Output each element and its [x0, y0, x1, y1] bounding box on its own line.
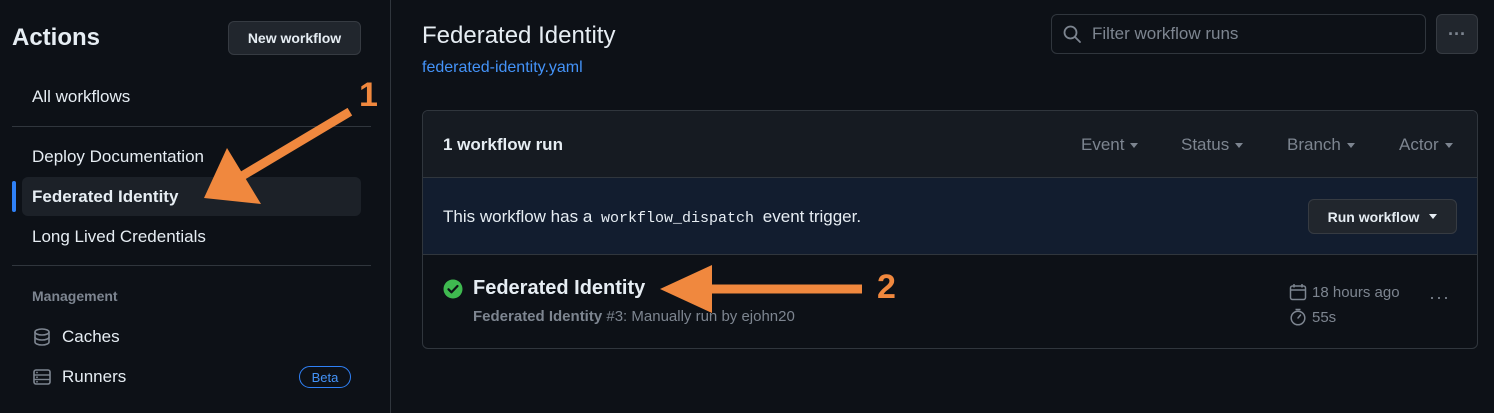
status-filter[interactable]: Status [1181, 135, 1244, 155]
management-heading: Management [32, 288, 118, 304]
search-icon [1063, 25, 1081, 43]
run-time: 18 hours ago [1289, 283, 1400, 301]
run-time-ago: 18 hours ago [1312, 283, 1400, 301]
page-title: Federated Identity [422, 22, 616, 49]
beta-badge: Beta [299, 366, 351, 388]
chevron-down-icon [1235, 142, 1244, 148]
dispatch-suffix: event trigger. [762, 207, 862, 226]
annotation-number-1: 1 [359, 76, 378, 114]
run-options-kebab-icon[interactable]: ··· [1429, 287, 1450, 308]
run-title-link[interactable]: Federated Identity [473, 277, 645, 300]
database-icon [34, 328, 50, 346]
actor-filter[interactable]: Actor [1399, 135, 1453, 155]
sidebar-divider [12, 265, 371, 266]
run-subtitle: Federated Identity #3: Manually run by e… [473, 308, 795, 325]
run-workflow-name: Federated Identity [473, 308, 603, 325]
filter-runs-input[interactable] [1092, 24, 1412, 44]
sidebar-item-label: Runners [62, 367, 127, 386]
actions-page: Actions New workflow All workflows Deplo… [0, 0, 1494, 413]
new-workflow-button[interactable]: New workflow [228, 21, 361, 55]
branch-filter-label: Branch [1287, 135, 1341, 154]
sidebar-item-all-workflows[interactable]: All workflows [22, 77, 361, 116]
run-duration: 55s [1289, 308, 1336, 326]
dispatch-message: This workflow has a workflow_dispatch ev… [443, 207, 861, 227]
sidebar-item-label: Caches [62, 327, 120, 346]
sidebar-item-long-lived-credentials[interactable]: Long Lived Credentials [22, 217, 361, 256]
dispatch-prefix: This workflow has a [443, 207, 593, 226]
workflow-run-row[interactable]: Federated Identity Federated Identity #3… [423, 255, 1477, 348]
run-duration-value: 55s [1312, 308, 1337, 326]
sidebar-divider [12, 126, 371, 127]
sidebar-item-label: Long Lived Credentials [32, 226, 206, 246]
calendar-icon [1289, 284, 1307, 301]
chevron-down-icon [1444, 142, 1453, 148]
kebab-horizontal-icon: ··· [1448, 23, 1466, 44]
status-filter-label: Status [1181, 135, 1230, 154]
run-workflow-label: Run workflow [1327, 208, 1420, 225]
chevron-down-icon [1130, 142, 1139, 148]
chevron-down-icon [1429, 214, 1438, 219]
sidebar-item-label: Deploy Documentation [32, 146, 204, 166]
workflow-runs-panel: 1 workflow run Event Status Branch Actor… [422, 110, 1478, 349]
run-workflow-button[interactable]: Run workflow [1308, 199, 1457, 234]
runs-panel-header: 1 workflow run Event Status Branch Actor [423, 111, 1477, 178]
filter-runs-field[interactable] [1051, 14, 1426, 54]
dispatch-code: workflow_dispatch [601, 210, 755, 227]
sidebar-item-label: All workflows [32, 86, 131, 106]
sidebar-title: Actions [12, 24, 101, 51]
active-indicator [12, 181, 16, 212]
annotation-number-2: 2 [877, 268, 896, 306]
sidebar-item-label: Federated Identity [32, 186, 179, 206]
chevron-down-icon [1346, 142, 1355, 148]
sidebar: Actions New workflow All workflows Deplo… [0, 0, 391, 413]
event-filter[interactable]: Event [1081, 135, 1139, 155]
run-count: 1 workflow run [443, 135, 563, 154]
dispatch-banner: This workflow has a workflow_dispatch ev… [423, 178, 1477, 255]
event-filter-label: Event [1081, 135, 1125, 154]
stopwatch-icon [1290, 308, 1306, 326]
sidebar-item-caches[interactable]: Caches [22, 318, 361, 356]
run-info: #3: Manually run by ejohn20 [606, 308, 795, 325]
sidebar-item-deploy-documentation[interactable]: Deploy Documentation [22, 137, 361, 176]
branch-filter[interactable]: Branch [1287, 135, 1355, 155]
server-icon [33, 369, 51, 385]
more-options-button[interactable]: ··· [1436, 14, 1478, 54]
actor-filter-label: Actor [1399, 135, 1439, 154]
sidebar-item-federated-identity[interactable]: Federated Identity [22, 177, 361, 216]
workflow-file-link[interactable]: federated-identity.yaml [422, 59, 583, 77]
check-circle-icon [443, 279, 463, 299]
